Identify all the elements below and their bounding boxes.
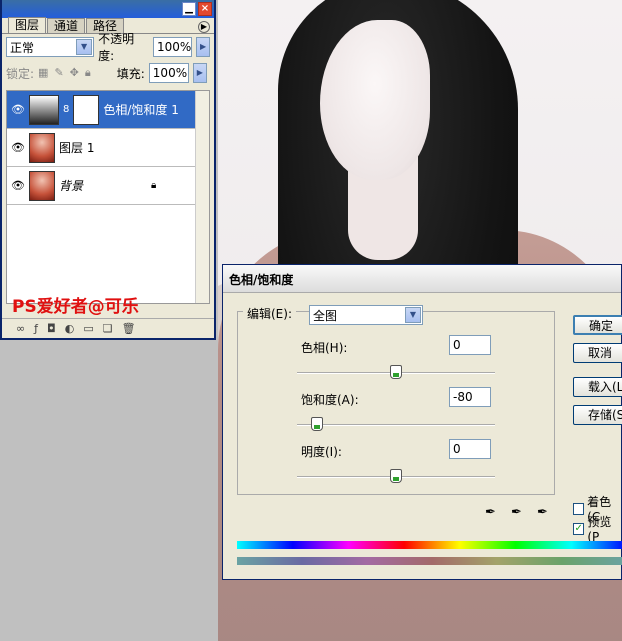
- chevron-down-icon: ▼: [405, 307, 421, 323]
- blend-mode-value: 正常: [10, 40, 35, 55]
- eye-icon[interactable]: 👁︎: [11, 179, 25, 192]
- blend-mode-select[interactable]: 正常 ▼: [6, 37, 95, 57]
- preview-box[interactable]: ✓: [573, 522, 585, 535]
- lock-move-icon[interactable]: ✥: [70, 66, 79, 80]
- saturation-slider-track[interactable]: [297, 424, 495, 426]
- layers-panel: ▁ × 图层 通道 路径 ▶ 正常 ▼ 不透明度: 100% ▶ 锁定: ▦ ✎…: [0, 0, 216, 340]
- tab-channels[interactable]: 通道: [47, 18, 86, 33]
- lock-icon: 🔒︎: [151, 180, 157, 191]
- fill-arrow-icon[interactable]: ▶: [192, 63, 207, 83]
- dialog-title: 色相/饱和度: [223, 265, 621, 293]
- new-group-icon[interactable]: ▭: [83, 322, 93, 335]
- eyedropper-icon[interactable]: ✒: [485, 505, 503, 523]
- link-layers-icon[interactable]: ∞: [16, 322, 25, 335]
- fill-label: 填充:: [116, 66, 145, 81]
- link-icon[interactable]: 8: [63, 104, 69, 115]
- hue-saturation-dialog: 色相/饱和度 编辑(E): 全图 ▼ 色相(H): 0 饱和度(A): -80 …: [222, 264, 622, 580]
- layer-thumbnail: [29, 170, 55, 201]
- layer-name: 色相/饱和度 1: [103, 103, 179, 117]
- photo-face: [320, 20, 430, 180]
- ok-button[interactable]: 确定: [573, 315, 622, 335]
- saturation-input[interactable]: -80: [449, 387, 491, 407]
- blend-row: 正常 ▼ 不透明度: 100% ▶: [2, 32, 214, 63]
- trash-icon[interactable]: 🗑︎: [122, 322, 136, 335]
- new-layer-icon[interactable]: ❏: [103, 322, 113, 335]
- lock-all-icon[interactable]: 🔒︎: [85, 66, 91, 80]
- layer-style-icon[interactable]: ƒ: [34, 322, 38, 335]
- panel-titlebar: ▁ ×: [2, 0, 214, 18]
- close-icon[interactable]: ×: [198, 2, 212, 16]
- layer-row-background[interactable]: 👁︎ 背景 🔒︎: [7, 167, 209, 205]
- lightness-input[interactable]: 0: [449, 439, 491, 459]
- eye-icon[interactable]: 👁︎: [11, 141, 25, 154]
- opacity-field[interactable]: 100%: [152, 37, 193, 57]
- eyedropper-plus-icon[interactable]: ✒: [511, 505, 529, 523]
- layer-scrollbar[interactable]: [195, 91, 209, 303]
- hue-label: 色相(H):: [301, 341, 348, 355]
- output-spectrum-bar: [237, 557, 622, 565]
- lightness-slider-thumb[interactable]: [390, 469, 402, 483]
- hue-slider-thumb[interactable]: [390, 365, 402, 379]
- layer-thumbnail: [29, 132, 55, 163]
- layer-toolbar: ∞ ƒ ◘ ◐ ▭ ❏ 🗑︎: [2, 318, 214, 338]
- adjustment-layer-icon[interactable]: ◐: [65, 322, 75, 335]
- edit-select[interactable]: 全图 ▼: [309, 305, 423, 325]
- layer-row-hue-saturation[interactable]: 👁︎ 8 色相/饱和度 1: [7, 91, 209, 129]
- layer-name: 图层 1: [59, 141, 95, 155]
- adjustment-thumbnail: [29, 94, 59, 125]
- saturation-label: 饱和度(A):: [301, 393, 359, 407]
- minimize-icon[interactable]: ▁: [182, 2, 196, 16]
- add-mask-icon[interactable]: ◘: [47, 322, 56, 335]
- adjust-group: [237, 311, 555, 495]
- preview-checkbox[interactable]: ✓ 预览(P: [573, 513, 621, 544]
- saturation-slider-thumb[interactable]: [310, 417, 323, 431]
- input-spectrum-bar: [237, 541, 622, 549]
- eye-icon[interactable]: 👁︎: [11, 103, 25, 116]
- watermark: PS爱好者@可乐: [12, 297, 139, 317]
- mask-thumbnail[interactable]: [73, 94, 100, 125]
- fill-field[interactable]: 100%: [148, 63, 189, 83]
- save-button[interactable]: 存储(S: [573, 405, 622, 425]
- layer-name: 背景: [59, 179, 84, 193]
- hue-input[interactable]: 0: [449, 335, 491, 355]
- lock-brush-icon[interactable]: ✎: [54, 66, 63, 80]
- preview-label: 预览(P: [587, 515, 612, 544]
- opacity-label: 不透明度:: [98, 32, 135, 63]
- opacity-arrow-icon[interactable]: ▶: [196, 37, 210, 57]
- eyedropper-minus-icon[interactable]: ✒: [537, 505, 555, 523]
- tab-layers[interactable]: 图层: [8, 17, 47, 33]
- panel-menu-icon[interactable]: ▶: [198, 21, 210, 33]
- lightness-label: 明度(I):: [301, 445, 342, 459]
- lock-transparent-icon[interactable]: ▦: [38, 66, 48, 80]
- cancel-button[interactable]: 取消: [573, 343, 622, 363]
- edit-label: 编辑(E):: [243, 305, 296, 322]
- layer-list: 👁︎ 8 色相/饱和度 1 👁︎ 图层 1 👁︎ 背景 🔒︎: [6, 90, 210, 304]
- load-button[interactable]: 载入(L: [573, 377, 622, 397]
- lock-icons: ▦ ✎ ✥ 🔒︎: [38, 66, 91, 80]
- layer-row-layer1[interactable]: 👁︎ 图层 1: [7, 129, 209, 167]
- edit-value: 全图: [313, 308, 338, 323]
- lock-label: 锁定:: [6, 66, 35, 81]
- chevron-down-icon: ▼: [76, 39, 93, 55]
